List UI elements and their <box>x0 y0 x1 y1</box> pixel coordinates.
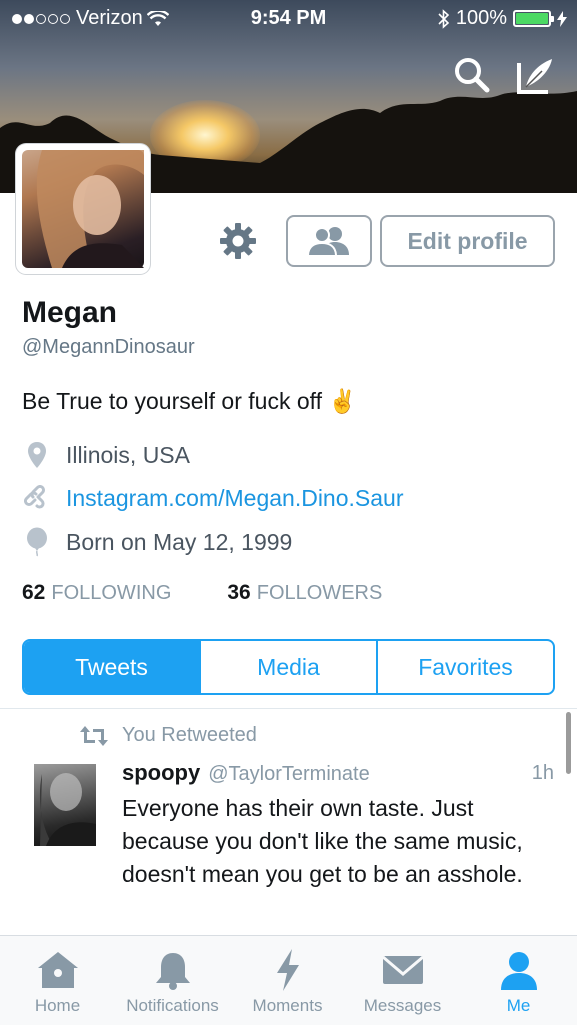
bottom-tab-bar: Home Notifications Moments Messages Me <box>0 935 577 1025</box>
gear-icon[interactable] <box>218 221 258 261</box>
tabbar-moments-label: Moments <box>252 996 323 1015</box>
home-icon <box>37 952 78 988</box>
tweet-author-name[interactable]: spoopy <box>122 760 200 785</box>
person-icon <box>500 952 537 990</box>
tabbar-messages[interactable]: Messages <box>345 936 460 1025</box>
battery-percent: 100% <box>455 7 507 29</box>
tweet-text[interactable]: Everyone has their own taste. Just becau… <box>122 792 547 891</box>
retweet-context: You Retweeted <box>80 724 257 747</box>
birthday-text: Born on May 12, 1999 <box>66 528 293 555</box>
profile-tabs: Tweets Media Favorites <box>22 639 555 695</box>
tabbar-messages-label: Messages <box>363 996 442 1015</box>
section-divider <box>0 708 577 709</box>
search-icon[interactable] <box>452 55 492 95</box>
tweet-author-avatar[interactable] <box>34 764 96 846</box>
tweet-header: spoopy @TaylorTerminate 1h <box>122 760 554 786</box>
tabbar-moments[interactable]: Moments <box>230 936 345 1025</box>
profile-website[interactable]: Instagram.com/Megan.Dino.Saur <box>22 483 404 513</box>
tab-tweets[interactable]: Tweets <box>24 641 199 693</box>
status-bar: Verizon 9:54 PM 100% <box>0 0 577 38</box>
tabbar-me[interactable]: Me <box>461 936 576 1025</box>
retweet-icon <box>80 725 108 746</box>
followers-label: FOLLOWERS <box>256 582 383 604</box>
avatar-photo <box>22 150 144 268</box>
location-text: Illinois, USA <box>66 441 190 468</box>
scrollbar[interactable] <box>566 712 571 774</box>
lightning-icon <box>276 949 299 991</box>
profile-birthday: Born on May 12, 1999 <box>22 527 292 557</box>
profile-handle: @MegannDinosaur <box>22 336 195 358</box>
bell-icon <box>155 953 190 990</box>
profile-location: Illinois, USA <box>22 440 190 470</box>
tabbar-me-label: Me <box>506 996 531 1015</box>
tab-media[interactable]: Media <box>199 641 376 693</box>
website-link[interactable]: Instagram.com/Megan.Dino.Saur <box>66 485 404 512</box>
people-icon <box>306 227 349 257</box>
envelope-icon <box>381 955 424 984</box>
retweet-label: You Retweeted <box>122 724 257 746</box>
following-label: FOLLOWING <box>51 582 172 604</box>
tab-favorites[interactable]: Favorites <box>376 641 553 693</box>
following-stat[interactable]: 62 FOLLOWING <box>22 581 171 605</box>
edit-profile-button[interactable]: Edit profile <box>380 215 555 267</box>
tabbar-notifications-label: Notifications <box>126 996 219 1015</box>
compose-icon[interactable] <box>516 55 556 95</box>
profile-avatar[interactable] <box>16 144 150 274</box>
profile-bio: Be True to yourself or fuck off ✌️ <box>22 388 358 414</box>
tweet-author-handle[interactable]: @TaylorTerminate <box>208 763 369 785</box>
bluetooth-icon <box>438 8 450 29</box>
link-icon <box>22 483 52 513</box>
followers-count: 36 <box>227 581 251 604</box>
profile-name: Megan <box>22 296 118 329</box>
follow-counts: 62 FOLLOWING 36 FOLLOWERS <box>22 581 382 605</box>
tabbar-notifications[interactable]: Notifications <box>115 936 230 1025</box>
tweet-time: 1h <box>531 762 554 784</box>
battery-icon <box>513 10 554 27</box>
followers-stat[interactable]: 36 FOLLOWERS <box>227 581 382 605</box>
tabbar-home-label: Home <box>34 996 81 1015</box>
tabbar-home[interactable]: Home <box>0 936 115 1025</box>
charging-icon <box>557 10 567 27</box>
following-count: 62 <box>22 581 46 604</box>
lists-button[interactable] <box>286 215 372 267</box>
balloon-icon <box>22 527 52 557</box>
location-pin-icon <box>22 440 52 470</box>
